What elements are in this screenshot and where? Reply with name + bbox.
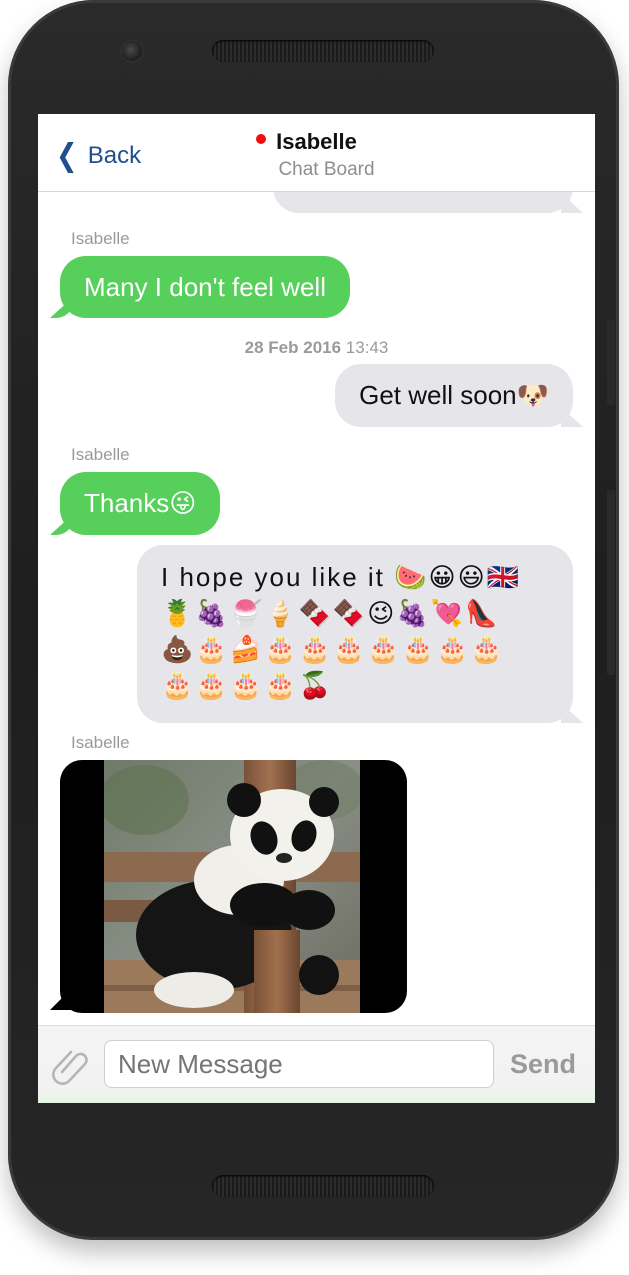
dog-emoji-icon: 🐶 bbox=[516, 381, 549, 411]
power-button bbox=[607, 490, 615, 675]
emoji-row: 💩🎂🍰🎂🎂🎂🎂🎂🎂🎂 bbox=[161, 635, 505, 665]
send-button[interactable]: Send bbox=[510, 1049, 576, 1080]
panda-photo bbox=[104, 760, 360, 1013]
winking-tongue-emoji-icon: 😜 bbox=[169, 489, 197, 519]
message-text: Get well soon bbox=[359, 380, 517, 410]
front-camera bbox=[120, 39, 144, 63]
sender-name: Isabelle bbox=[71, 733, 130, 752]
volume-button bbox=[607, 320, 615, 405]
sender-name: Isabelle bbox=[71, 229, 130, 248]
paperclip-icon[interactable] bbox=[52, 1046, 92, 1086]
chat-subtitle: Chat Board bbox=[278, 159, 375, 180]
online-status-dot bbox=[256, 134, 267, 144]
message-input[interactable] bbox=[104, 1040, 494, 1088]
timestamp: 28 Feb 2016 13:43 bbox=[38, 338, 595, 358]
contact-name: Isabelle bbox=[276, 129, 357, 154]
emoji-row: 🍉😀😃🇬🇧 bbox=[394, 563, 522, 593]
earpiece-speaker bbox=[212, 40, 434, 62]
timestamp-date: 28 Feb 2016 bbox=[244, 338, 342, 357]
message-bubble-incoming[interactable]: Thanks😜 bbox=[60, 472, 221, 535]
bottom-speaker bbox=[212, 1175, 434, 1197]
message-text: Thanks bbox=[84, 488, 170, 518]
image-message-bubble[interactable] bbox=[60, 760, 407, 1013]
message-bubble-incoming[interactable]: Many I don't feel well bbox=[60, 256, 350, 318]
emoji-row: 🎂🎂🎂🎂🍒 bbox=[161, 671, 333, 701]
chat-header: ❮ Back Isabelle Chat Board bbox=[38, 114, 595, 192]
emoji-row: 🍍🍇🍧🍦🍫🍫😉🍇💘👠 bbox=[161, 599, 500, 629]
chat-title-block: Isabelle Chat Board bbox=[38, 129, 595, 181]
message-text: I hope you like it bbox=[161, 562, 385, 592]
composer-bar: Send bbox=[38, 1025, 595, 1103]
message-text: Many I don't feel well bbox=[84, 272, 326, 302]
timestamp-time: 13:43 bbox=[345, 338, 389, 357]
message-bubble-outgoing-partial bbox=[273, 191, 573, 213]
message-bubble-outgoing[interactable]: I hope you like it 🍉😀😃🇬🇧 🍍🍇🍧🍦🍫🍫😉🍇💘👠 💩🎂🍰🎂… bbox=[137, 545, 573, 723]
chat-screen: ❮ Back Isabelle Chat Board Isabelle Many… bbox=[38, 114, 595, 1103]
sender-name: Isabelle bbox=[71, 445, 130, 464]
message-bubble-outgoing[interactable]: Get well soon🐶 bbox=[335, 364, 573, 427]
